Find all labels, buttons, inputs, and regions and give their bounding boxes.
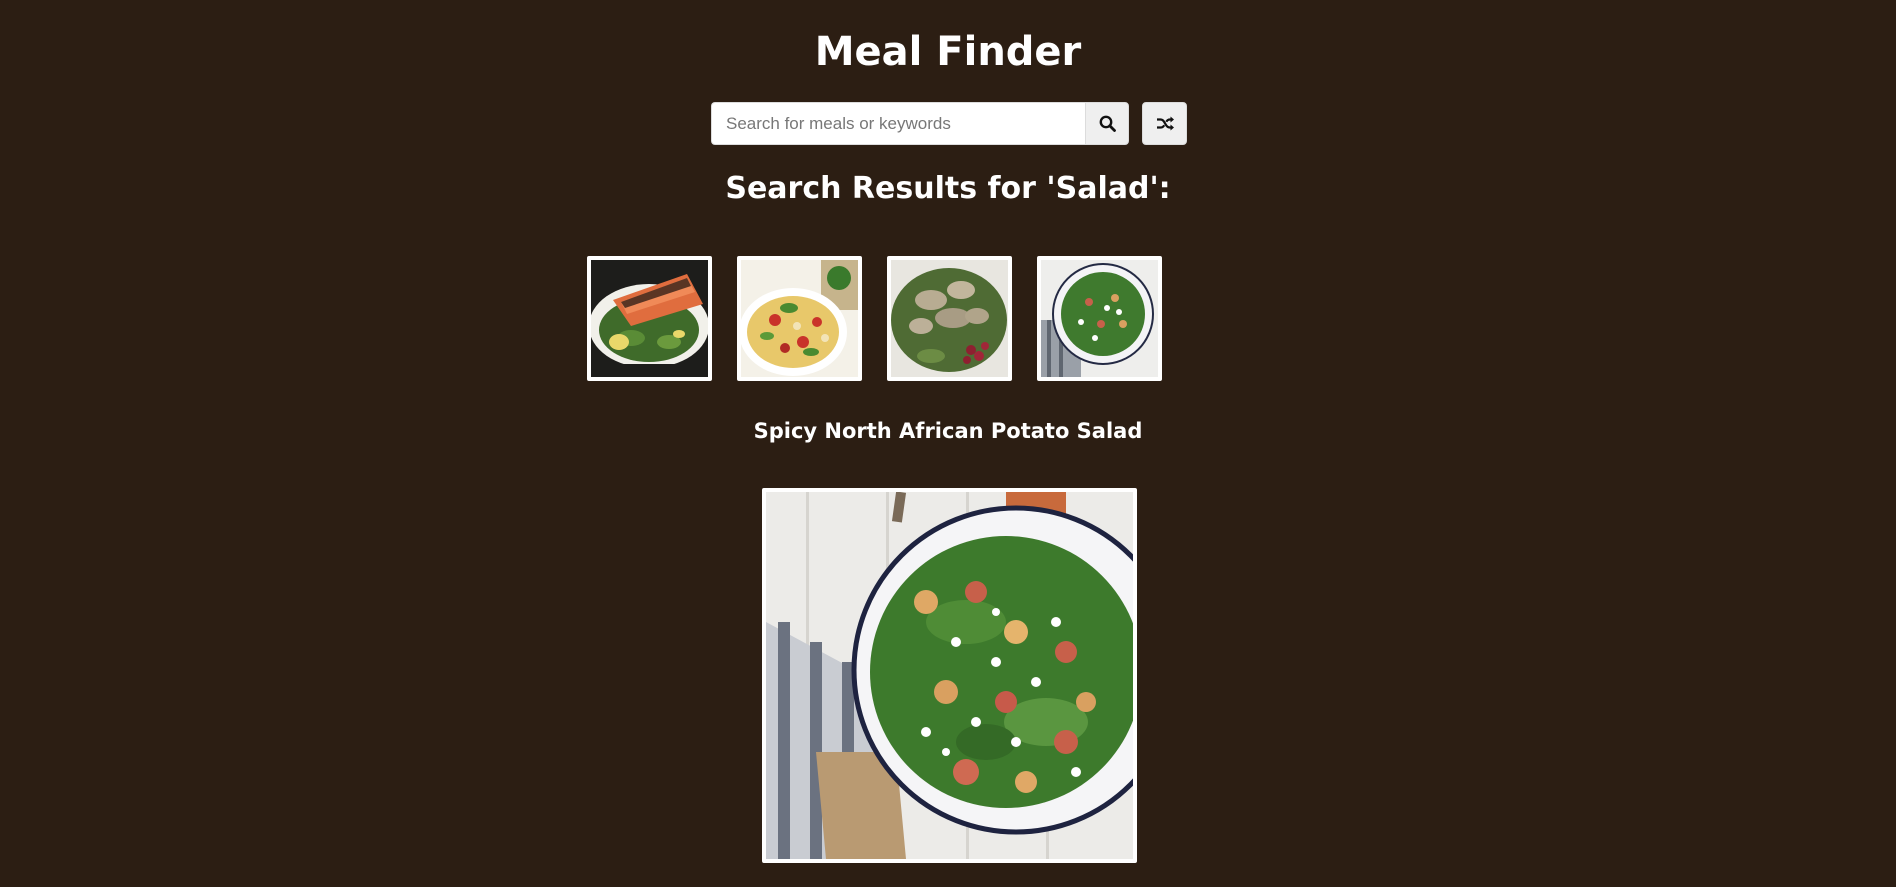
shuffle-icon xyxy=(1156,116,1174,131)
chicken-salad-photo xyxy=(891,260,1008,377)
search-input[interactable] xyxy=(711,102,1085,145)
salmon-salad-photo xyxy=(591,260,708,377)
search-form xyxy=(711,102,1187,145)
meal-result[interactable] xyxy=(1037,256,1162,381)
meal-result[interactable] xyxy=(887,256,1012,381)
selected-meal-image xyxy=(762,488,1137,863)
random-meal-button[interactable] xyxy=(1142,102,1187,145)
potato-salad-photo xyxy=(766,492,1133,859)
pasta-salad-photo xyxy=(741,260,858,377)
search-icon xyxy=(1099,115,1116,132)
results-heading: Search Results for 'Salad': xyxy=(725,171,1171,206)
potato-salad-photo xyxy=(1041,260,1158,377)
meal-finder-page: Meal Finder Search Results for 'Salad': xyxy=(0,0,1896,887)
page-title: Meal Finder xyxy=(814,29,1082,75)
search-button[interactable] xyxy=(1085,102,1129,145)
meal-result[interactable] xyxy=(737,256,862,381)
meal-result[interactable] xyxy=(587,256,712,381)
selected-meal-name: Spicy North African Potato Salad xyxy=(753,419,1143,443)
